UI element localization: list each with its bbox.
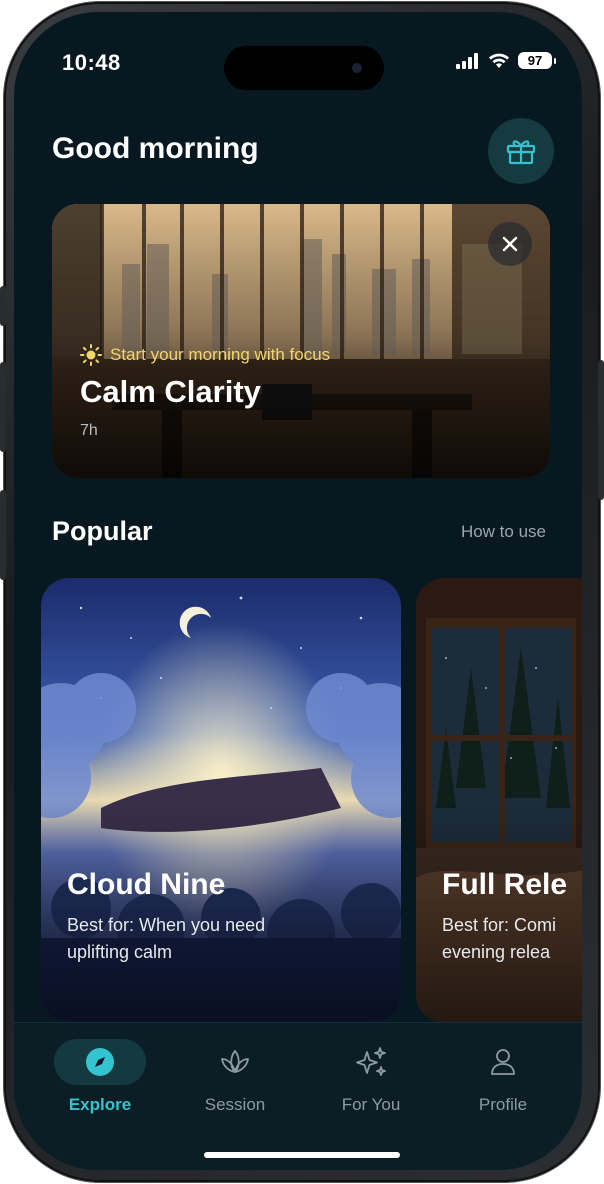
status-icons: 97 bbox=[456, 52, 556, 69]
dynamic-island bbox=[224, 46, 384, 90]
cloud-nine-title: Cloud Nine bbox=[67, 868, 226, 901]
full-release-desc-line1: Best for: Comi bbox=[442, 915, 557, 935]
full-release-desc-line2: evening relea bbox=[442, 942, 551, 962]
hero-tag: Start your morning with focus bbox=[80, 344, 330, 366]
signal-icon bbox=[456, 52, 478, 69]
cloud-nine-desc-line1: Best for: When you need bbox=[67, 915, 266, 935]
battery-icon: 97 bbox=[518, 52, 556, 69]
tab-session[interactable]: Session bbox=[175, 1039, 295, 1115]
gift-button[interactable] bbox=[488, 118, 554, 184]
full-release-description: Best for: Comi evening relea bbox=[442, 912, 582, 966]
cloud-nine-desc-line2: uplifting calm bbox=[67, 942, 173, 962]
camera-icon bbox=[352, 63, 362, 73]
tab-session-label: Session bbox=[204, 1095, 266, 1114]
tab-profile[interactable]: Profile bbox=[443, 1039, 563, 1115]
sun-icon bbox=[80, 344, 102, 366]
tab-profile-label: Profile bbox=[478, 1095, 528, 1114]
tab-for-you[interactable]: For You bbox=[311, 1039, 431, 1115]
hero-tag-text: Start your morning with focus bbox=[110, 345, 331, 364]
tab-explore-highlight bbox=[54, 1039, 146, 1085]
compass-icon bbox=[86, 1048, 114, 1076]
volume-down-button bbox=[0, 490, 6, 580]
lotus-icon bbox=[221, 1050, 249, 1073]
cloud-nine-description: Best for: When you need uplifting calm bbox=[67, 912, 327, 966]
power-button bbox=[598, 360, 604, 500]
popular-card-full-release[interactable]: Full Rele Best for: Comi evening relea bbox=[416, 578, 582, 1022]
how-to-use-link[interactable]: How to use bbox=[461, 522, 546, 542]
close-icon bbox=[502, 236, 518, 252]
person-icon bbox=[491, 1049, 515, 1075]
gift-icon bbox=[506, 140, 536, 165]
mute-switch bbox=[0, 286, 6, 326]
tab-explore-label: Explore bbox=[68, 1095, 132, 1114]
home-indicator bbox=[204, 1152, 400, 1158]
screen: 10:48 97 Good morning Start your morning… bbox=[14, 12, 582, 1170]
tab-for-you-label: For You bbox=[341, 1095, 401, 1114]
tab-bar: Explore Session For You Profile bbox=[14, 1022, 582, 1170]
popular-card-cloud-nine[interactable]: Cloud Nine Best for: When you need uplif… bbox=[41, 578, 401, 1022]
status-time: 10:48 bbox=[62, 50, 121, 75]
hero-duration: 7h bbox=[80, 422, 98, 439]
hero-card[interactable]: Start your morning with focus Calm Clari… bbox=[52, 204, 550, 478]
sparkles-icon bbox=[356, 1047, 386, 1076]
wifi-icon bbox=[489, 53, 509, 68]
popular-title: Popular bbox=[52, 516, 153, 546]
tab-session-highlight bbox=[189, 1039, 281, 1085]
full-release-title: Full Rele bbox=[442, 868, 568, 901]
tab-explore[interactable]: Explore bbox=[40, 1039, 160, 1115]
tab-profile-highlight bbox=[457, 1039, 549, 1085]
hero-close-button[interactable] bbox=[488, 222, 532, 266]
hero-image bbox=[52, 204, 550, 478]
hero-title: Calm Clarity bbox=[80, 374, 261, 409]
tab-for-you-highlight bbox=[325, 1039, 417, 1085]
greeting-title: Good morning bbox=[52, 132, 259, 165]
volume-up-button bbox=[0, 362, 6, 452]
